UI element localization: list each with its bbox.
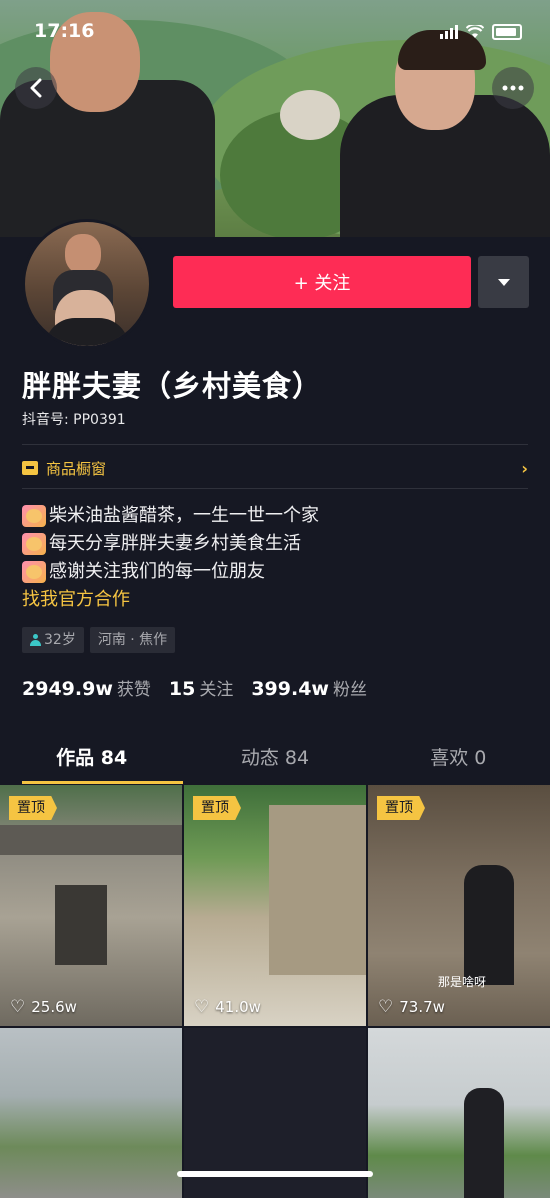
status-bar: 17:16 [0,0,550,60]
video-thumbnail[interactable]: 置顶 ♡ 25.6w [0,785,182,1026]
video-thumbnail[interactable]: 置顶 那是啥呀 ♡ 73.7w [368,785,550,1026]
wifi-icon [466,25,484,38]
douyin-id: 抖音号: PP0391 [22,412,126,428]
likes-count: 41.0w [215,998,261,1016]
video-thumbnail[interactable] [368,1028,550,1198]
heart-outline-icon: ♡ [194,996,210,1017]
video-likes: ♡ 73.7w [378,998,445,1016]
profile-tags: 32岁 河南 · 焦作 [22,627,176,653]
status-icons [440,24,522,40]
avatar[interactable] [22,219,152,349]
more-dots-icon [502,85,524,91]
followers-stat[interactable]: 399.4w 粉丝 [251,675,367,700]
video-caption: 那是啥呀 [438,975,487,989]
pinned-badge: 置顶 [9,796,57,820]
bio-text: 每天分享胖胖夫妻乡村美食生活 [49,533,301,554]
video-thumbnail[interactable] [0,1028,182,1198]
tab-works[interactable]: 作品 84 [0,740,184,784]
bio-line: 柴米油盐酱醋茶，一生一世一个家 [22,502,319,530]
chevron-right-icon: › [521,458,528,478]
caret-down-icon [497,278,510,286]
video-likes: ♡ 41.0w [194,998,261,1016]
cooperation-link[interactable]: 找我官方合作 [22,586,319,614]
shop-window-link[interactable]: 商品橱窗 › [22,453,528,483]
signal-icon [440,25,458,39]
shop-icon [22,461,38,475]
likes-stat[interactable]: 2949.9w 获赞 [22,675,151,700]
bio-line: 感谢关注我们的每一位朋友 [22,558,319,586]
person-icon [30,634,41,646]
more-button[interactable] [492,67,534,109]
status-time: 17:16 [34,20,95,42]
profile-name: 胖胖夫妻（乡村美食） [22,369,323,403]
chevron-left-icon [30,78,42,98]
content-tabs: 作品 84 动态 84 喜欢 0 [0,740,550,784]
tab-dynamics[interactable]: 动态 84 [183,740,366,784]
couple-emoji-icon [22,561,46,583]
video-grid: 置顶 ♡ 25.6w 置顶 ♡ 41.0w 置顶 那是啥呀 ♡ 73.7w [0,785,550,1198]
profile-bio: 柴米油盐酱醋茶，一生一世一个家 每天分享胖胖夫妻乡村美食生活 感谢关注我们的每一… [22,502,319,614]
likes-count: 25.6w [31,998,77,1016]
pinned-badge: 置顶 [377,796,425,820]
battery-icon [492,24,522,40]
divider [22,488,528,489]
following-count: 15 [168,678,196,700]
tab-likes[interactable]: 喜欢 0 [367,740,550,784]
age-text: 32岁 [44,632,76,648]
shop-window-label: 商品橱窗 [46,459,107,478]
video-likes: ♡ 25.6w [10,998,77,1016]
divider [22,444,528,445]
followers-label: 粉丝 [332,680,367,700]
profile-stats: 2949.9w 获赞 15 关注 399.4w 粉丝 [22,675,367,700]
followers-count: 399.4w [251,678,329,700]
bio-text: 柴米油盐酱醋茶，一生一世一个家 [49,505,319,526]
home-indicator [177,1171,373,1177]
couple-emoji-icon [22,505,46,527]
likes-label: 获赞 [116,680,151,700]
pinned-badge: 置顶 [193,796,241,820]
bio-line: 每天分享胖胖夫妻乡村美食生活 [22,530,319,558]
heart-outline-icon: ♡ [10,996,26,1017]
bio-text: 感谢关注我们的每一位朋友 [49,561,265,582]
likes-count: 2949.9w [22,678,113,700]
following-stat[interactable]: 15 关注 [169,675,233,700]
age-tag: 32岁 [22,627,84,653]
likes-count: 73.7w [399,998,445,1016]
location-tag: 河南 · 焦作 [89,627,176,653]
following-label: 关注 [199,680,234,700]
back-button[interactable] [15,67,57,109]
couple-emoji-icon [22,533,46,555]
video-thumbnail[interactable]: 置顶 ♡ 41.0w [184,785,366,1026]
heart-outline-icon: ♡ [378,996,394,1017]
follow-button[interactable]: + 关注 [173,256,471,308]
recommend-dropdown-button[interactable] [478,256,529,308]
